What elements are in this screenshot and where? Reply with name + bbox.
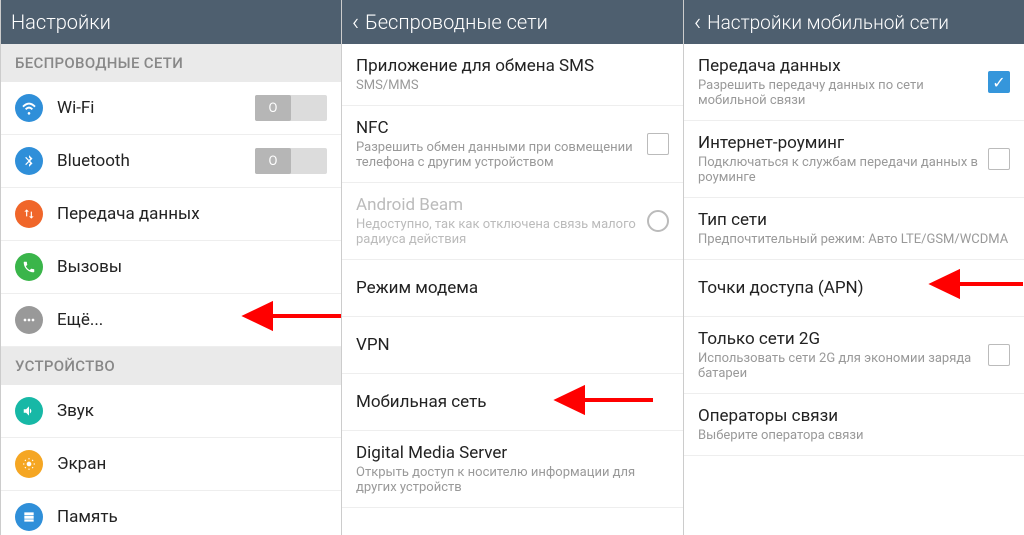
mobile-label: Мобильная сеть bbox=[356, 392, 487, 412]
row-only-2g[interactable]: Только сети 2G Использовать сети 2G для … bbox=[684, 317, 1024, 394]
data-icon bbox=[15, 200, 43, 228]
beam-label: Android Beam bbox=[356, 195, 647, 215]
toggle-knob-off: O bbox=[255, 95, 291, 121]
toggle-knob-off: O bbox=[255, 148, 291, 174]
bluetooth-icon bbox=[15, 147, 43, 175]
header-title: Настройки bbox=[11, 10, 111, 34]
settings-panel: Настройки БЕСПРОВОДНЫЕ СЕТИ Wi-Fi O Blue… bbox=[0, 0, 341, 535]
data-checkbox[interactable]: ✓ bbox=[988, 71, 1010, 93]
vpn-label: VPN bbox=[356, 335, 390, 355]
row-android-beam: Android Beam Недоступно, так как отключе… bbox=[342, 183, 683, 260]
more-icon bbox=[15, 306, 43, 334]
sms-label: Приложение для обмена SMS bbox=[356, 56, 669, 76]
header-title: Беспроводные сети bbox=[365, 10, 548, 34]
tether-label: Режим модема bbox=[356, 278, 478, 298]
storage-icon bbox=[15, 503, 43, 531]
only2g-label: Только сети 2G bbox=[698, 329, 988, 349]
nfc-label: NFC bbox=[356, 118, 647, 138]
bluetooth-label: Bluetooth bbox=[57, 151, 130, 171]
storage-label: Память bbox=[57, 507, 118, 527]
sound-label: Звук bbox=[57, 401, 94, 421]
phone-icon bbox=[15, 253, 43, 281]
nfc-sublabel: Разрешить обмен данными при совмещении т… bbox=[356, 140, 647, 170]
sms-sublabel: SMS/MMS bbox=[356, 78, 669, 93]
only2g-checkbox[interactable] bbox=[988, 344, 1010, 366]
bluetooth-toggle[interactable]: O bbox=[255, 148, 327, 174]
calls-label: Вызовы bbox=[57, 257, 122, 277]
row-calls[interactable]: Вызовы bbox=[1, 241, 341, 294]
row-nfc[interactable]: NFC Разрешить обмен данными при совмещен… bbox=[342, 106, 683, 183]
roaming-label: Интернет-роуминг bbox=[698, 133, 988, 153]
row-wifi[interactable]: Wi-Fi O bbox=[1, 82, 341, 135]
data-enable-sublabel: Разрешить передачу данных по сети мобиль… bbox=[698, 78, 988, 108]
annotation-arrow-icon bbox=[920, 264, 1024, 304]
row-roaming[interactable]: Интернет-роуминг Подключаться к службам … bbox=[684, 121, 1024, 198]
nettype-label: Тип сети bbox=[698, 210, 1010, 230]
row-apn[interactable]: Точки доступа (APN) bbox=[684, 260, 1024, 317]
display-icon bbox=[15, 450, 43, 478]
row-vpn[interactable]: VPN bbox=[342, 317, 683, 374]
wifi-icon bbox=[15, 94, 43, 122]
mobile-network-panel: ‹ Настройки мобильной сети Передача данн… bbox=[683, 0, 1024, 535]
annotation-arrow-icon bbox=[543, 380, 663, 420]
row-network-type[interactable]: Тип сети Предпочтительный режим: Авто LT… bbox=[684, 198, 1024, 260]
roaming-sublabel: Подключаться к службам передачи данных в… bbox=[698, 155, 988, 185]
beam-radio bbox=[647, 210, 669, 232]
row-bluetooth[interactable]: Bluetooth O bbox=[1, 135, 341, 188]
nettype-sublabel: Предпочтительный режим: Авто LTE/GSM/WCD… bbox=[698, 232, 1010, 247]
only2g-sublabel: Использовать сети 2G для экономии заряда… bbox=[698, 351, 988, 381]
nfc-checkbox[interactable] bbox=[647, 133, 669, 155]
beam-sublabel: Недоступно, так как отключена связь мало… bbox=[356, 217, 647, 247]
roaming-checkbox[interactable] bbox=[988, 148, 1010, 170]
data-enable-label: Передача данных bbox=[698, 56, 988, 76]
row-tethering[interactable]: Режим модема bbox=[342, 260, 683, 317]
header-mobile: ‹ Настройки мобильной сети bbox=[684, 0, 1024, 44]
display-label: Экран bbox=[57, 454, 106, 474]
more-label: Ещё... bbox=[57, 310, 103, 330]
data-label: Передача данных bbox=[57, 204, 200, 224]
row-data-enable[interactable]: Передача данных Разрешить передачу данны… bbox=[684, 44, 1024, 121]
back-icon[interactable]: ‹ bbox=[352, 8, 359, 36]
wifi-toggle[interactable]: O bbox=[255, 95, 327, 121]
wireless-panel: ‹ Беспроводные сети Приложение для обмен… bbox=[341, 0, 683, 535]
header-title: Настройки мобильной сети bbox=[707, 11, 949, 34]
row-sound[interactable]: Звук bbox=[1, 385, 341, 438]
header-settings: Настройки bbox=[1, 0, 341, 44]
row-display[interactable]: Экран bbox=[1, 438, 341, 491]
row-data-usage[interactable]: Передача данных bbox=[1, 188, 341, 241]
operators-sublabel: Выберите оператора связи bbox=[698, 428, 1010, 443]
apn-label: Точки доступа (APN) bbox=[698, 278, 864, 298]
section-device: УСТРОЙСТВО bbox=[1, 347, 341, 385]
wifi-label: Wi-Fi bbox=[57, 98, 94, 118]
header-wireless: ‹ Беспроводные сети bbox=[342, 0, 683, 44]
dms-sublabel: Открыть доступ к носителю информации для… bbox=[356, 465, 669, 495]
section-wireless: БЕСПРОВОДНЫЕ СЕТИ bbox=[1, 44, 341, 82]
back-icon[interactable]: ‹ bbox=[694, 8, 701, 36]
row-more[interactable]: Ещё... bbox=[1, 294, 341, 347]
annotation-arrow-icon bbox=[231, 296, 341, 336]
row-operators[interactable]: Операторы связи Выберите оператора связи bbox=[684, 394, 1024, 456]
row-storage[interactable]: Память bbox=[1, 491, 341, 535]
dms-label: Digital Media Server bbox=[356, 443, 669, 463]
operators-label: Операторы связи bbox=[698, 406, 1010, 426]
row-sms-app[interactable]: Приложение для обмена SMS SMS/MMS bbox=[342, 44, 683, 106]
row-dms[interactable]: Digital Media Server Открыть доступ к но… bbox=[342, 431, 683, 508]
row-mobile-network[interactable]: Мобильная сеть bbox=[342, 374, 683, 431]
sound-icon bbox=[15, 397, 43, 425]
